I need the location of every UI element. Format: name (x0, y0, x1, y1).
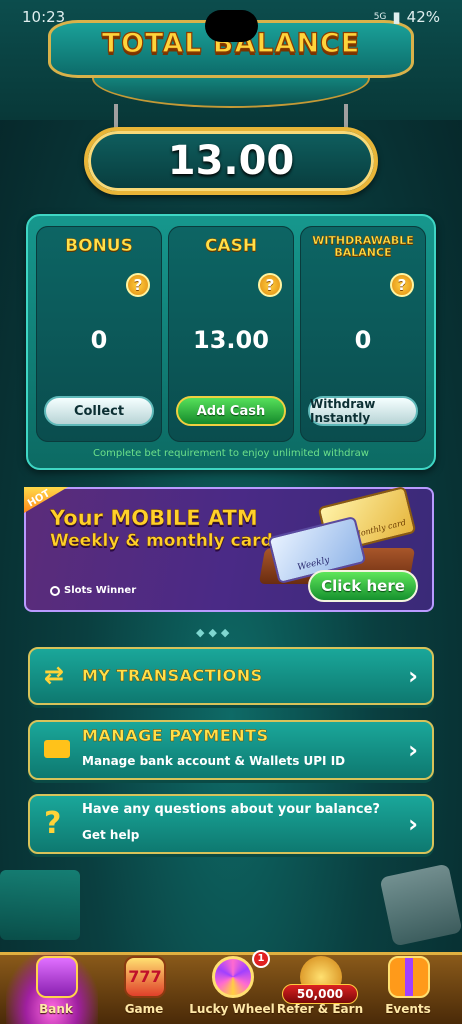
brand-logo-icon (50, 585, 60, 596)
withdraw-instantly-button[interactable]: Withdraw Instantly (308, 396, 418, 426)
help-question-icon[interactable]: ? (390, 273, 414, 297)
help-question-icon[interactable]: ? (126, 273, 150, 297)
nav-bank[interactable]: Bank (10, 950, 102, 1024)
nav-bank-label: Bank (39, 1002, 73, 1016)
dice-decoration (379, 863, 462, 947)
promo-headline: Your MOBILE ATM (50, 506, 258, 530)
cash-card: CASH ? 13.00 Add Cash (168, 226, 294, 442)
bet-requirement-note: Complete bet requirement to enjoy unlimi… (93, 448, 369, 459)
bank-icon (36, 956, 78, 998)
get-help-link: Get help (82, 828, 140, 842)
withdrawable-value: 0 (354, 326, 372, 354)
bonus-value: 0 (90, 326, 108, 354)
manage-payments-row[interactable]: MANAGE PAYMENTS Manage bank account & Wa… (28, 720, 434, 780)
withdrawable-title-line2: BALANCE (334, 246, 392, 260)
my-transactions-title: MY TRANSACTIONS (82, 666, 263, 685)
manage-payments-subtitle: Manage bank account & Wallets UPI ID (82, 754, 346, 768)
nav-game[interactable]: 777 Game (98, 950, 190, 1024)
help-question-text: Have any questions about your balance? (82, 802, 380, 817)
card-icon (44, 740, 70, 758)
transfer-arrows-icon: ⇄ (44, 661, 65, 689)
cash-value: 13.00 (193, 326, 269, 354)
chevron-right-icon: › (408, 736, 418, 764)
notification-badge: 1 (252, 950, 270, 968)
status-right: 5G ▮ 42% (374, 8, 440, 26)
chevron-right-icon: › (408, 810, 418, 838)
gift-icon (388, 956, 430, 998)
dice-decoration (0, 870, 80, 940)
my-transactions-row[interactable]: ⇄ MY TRANSACTIONS › (28, 647, 434, 705)
question-mark-icon: ? (44, 806, 62, 841)
brand-name: Slots Winner (64, 585, 137, 596)
chevron-right-icon: › (408, 662, 418, 690)
status-time: 10:23 (22, 8, 66, 26)
bonus-title: BONUS (65, 236, 133, 257)
network-label: 5G (373, 12, 387, 22)
nav-refer-earn-label: Refer & Earn (276, 1002, 364, 1016)
add-cash-button[interactable]: Add Cash (176, 396, 286, 426)
withdrawable-card: WITHDRAWABLE BALANCE ? 0 Withdraw Instan… (300, 226, 426, 442)
click-here-button[interactable]: Click here (308, 570, 418, 602)
slot-777-icon: 777 (124, 956, 166, 998)
battery-level: 42% (406, 8, 440, 26)
get-help-row[interactable]: ? Have any questions about your balance?… (28, 794, 434, 854)
cash-title: CASH (204, 236, 258, 257)
collect-button[interactable]: Collect (44, 396, 154, 426)
refer-coins-pill: 50,000 (282, 984, 358, 1004)
nav-game-label: Game (124, 1002, 164, 1016)
nav-events[interactable]: Events (362, 950, 454, 1024)
help-question-icon[interactable]: ? (258, 273, 282, 297)
bonus-card: BONUS ? 0 Collect (36, 226, 162, 442)
wheel-icon (212, 956, 254, 998)
nav-events-label: Events (385, 1002, 431, 1016)
signal-icon: ▮ (392, 8, 401, 26)
nav-lucky-wheel-label: Lucky Wheel (189, 1002, 275, 1016)
total-balance-amount: 13.00 (84, 127, 378, 195)
manage-payments-title: MANAGE PAYMENTS (82, 726, 269, 745)
slots-winner-brand: Slots Winner (50, 585, 136, 596)
decorative-divider: ◆◆◆ (196, 626, 234, 639)
camera-cutout (205, 10, 258, 42)
promo-subheadline: Weekly & monthly card (50, 531, 273, 551)
